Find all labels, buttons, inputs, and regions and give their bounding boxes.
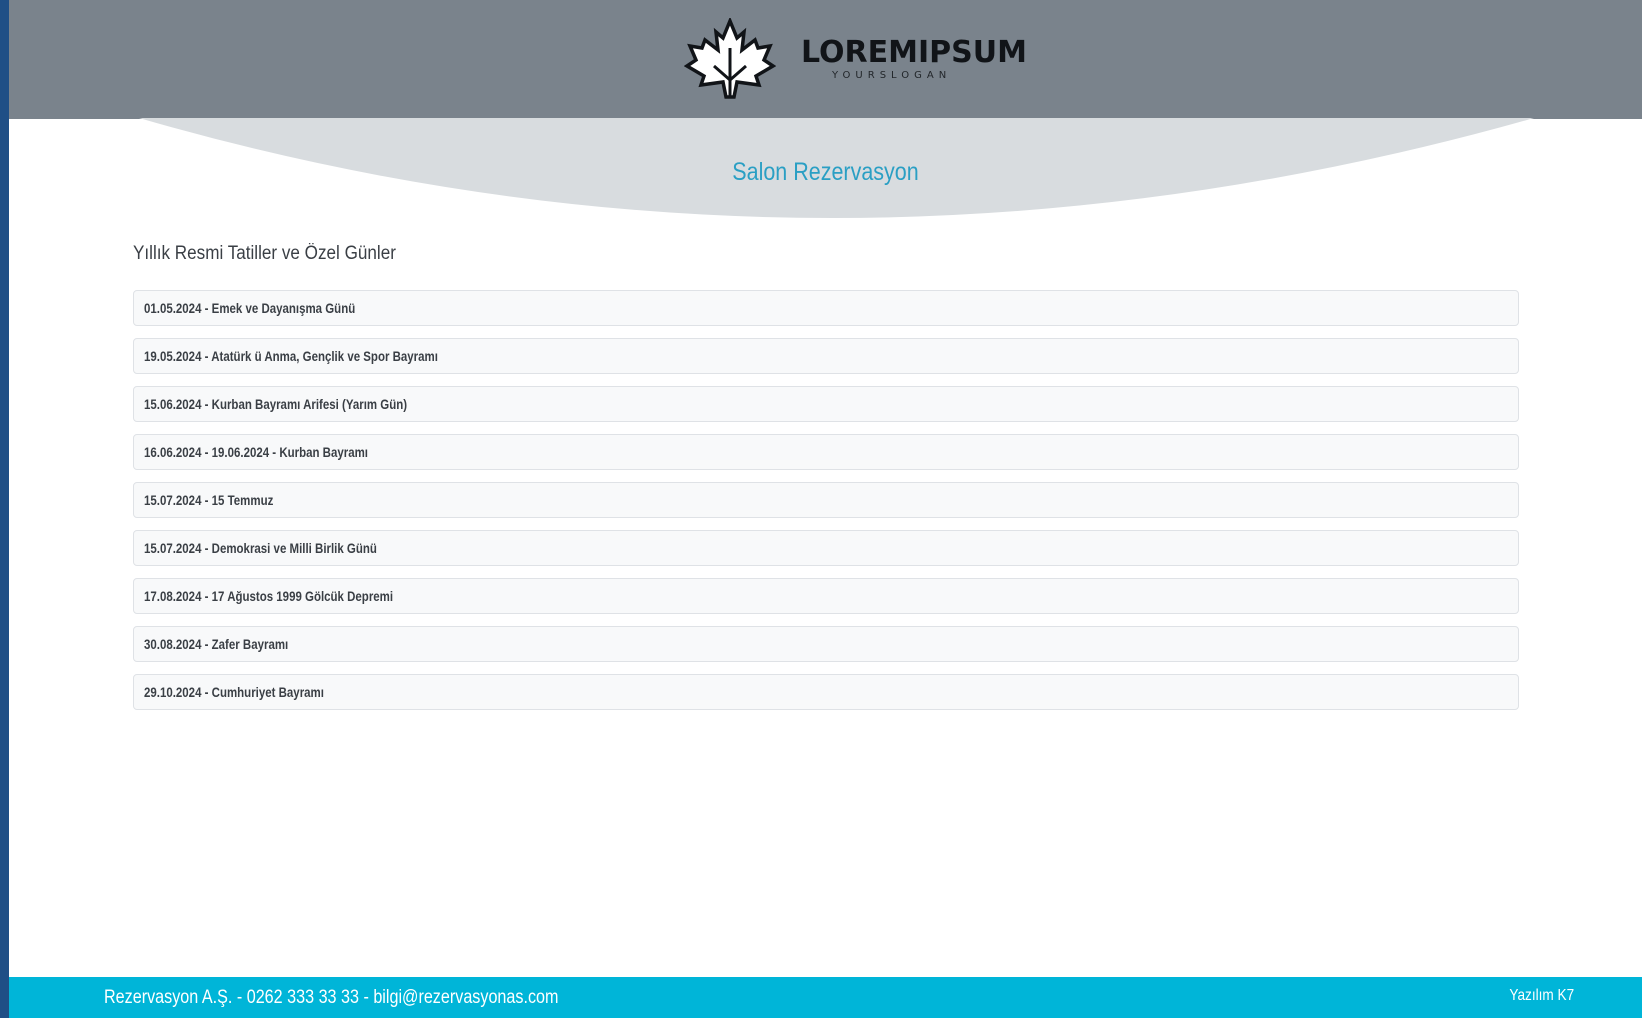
holiday-label: 16.06.2024 - 19.06.2024 - Kurban Bayramı — [144, 444, 369, 460]
holiday-label: 15.07.2024 - 15 Temmuz — [144, 492, 274, 508]
page-title: Salon Rezervasyon — [732, 158, 919, 186]
holiday-item: 15.07.2024 - Demokrasi ve Milli Birlik G… — [133, 530, 1519, 566]
holiday-item: 16.06.2024 - 19.06.2024 - Kurban Bayramı — [133, 434, 1519, 470]
holiday-label: 15.06.2024 - Kurban Bayramı Arifesi (Yar… — [144, 396, 408, 412]
page: LOREMIPSUM YOURSLOGAN Salon Rezervasyon … — [9, 0, 1642, 1018]
holiday-label: 15.07.2024 - Demokrasi ve Milli Birlik G… — [144, 540, 377, 556]
holiday-item: 19.05.2024 - Atatürk ü Anma, Gençlik ve … — [133, 338, 1519, 374]
footer: Rezervasyon A.Ş. - 0262 333 33 33 - bilg… — [9, 977, 1642, 1018]
holiday-item: 01.05.2024 - Emek ve Dayanışma Günü — [133, 290, 1519, 326]
logo-text: LOREMIPSUM — [801, 35, 1027, 70]
header: LOREMIPSUM YOURSLOGAN — [9, 0, 1642, 119]
holiday-item: 15.06.2024 - Kurban Bayramı Arifesi (Yar… — [133, 386, 1519, 422]
logo[interactable]: LOREMIPSUM YOURSLOGAN — [684, 18, 1027, 100]
maple-leaf-icon — [684, 18, 776, 99]
holiday-label: 30.08.2024 - Zafer Bayramı — [144, 636, 289, 652]
footer-contact: Rezervasyon A.Ş. - 0262 333 33 33 - bilg… — [104, 987, 559, 1008]
holiday-label: 29.10.2024 - Cumhuriyet Bayramı — [144, 684, 324, 700]
holiday-item: 29.10.2024 - Cumhuriyet Bayramı — [133, 674, 1519, 710]
section-title: Yıllık Resmi Tatiller ve Özel Günler — [133, 243, 396, 264]
holiday-list: 01.05.2024 - Emek ve Dayanışma Günü 19.0… — [133, 290, 1519, 722]
logo-slogan: YOURSLOGAN — [832, 70, 952, 81]
holiday-label: 17.08.2024 - 17 Ağustos 1999 Gölcük Depr… — [144, 588, 394, 604]
holiday-label: 19.05.2024 - Atatürk ü Anma, Gençlik ve … — [144, 348, 438, 364]
holiday-item: 17.08.2024 - 17 Ağustos 1999 Gölcük Depr… — [133, 578, 1519, 614]
holiday-label: 01.05.2024 - Emek ve Dayanışma Günü — [144, 300, 356, 316]
holiday-item: 15.07.2024 - 15 Temmuz — [133, 482, 1519, 518]
footer-credit-link[interactable]: Yazılım K7 — [1509, 987, 1574, 1005]
holiday-item: 30.08.2024 - Zafer Bayramı — [133, 626, 1519, 662]
